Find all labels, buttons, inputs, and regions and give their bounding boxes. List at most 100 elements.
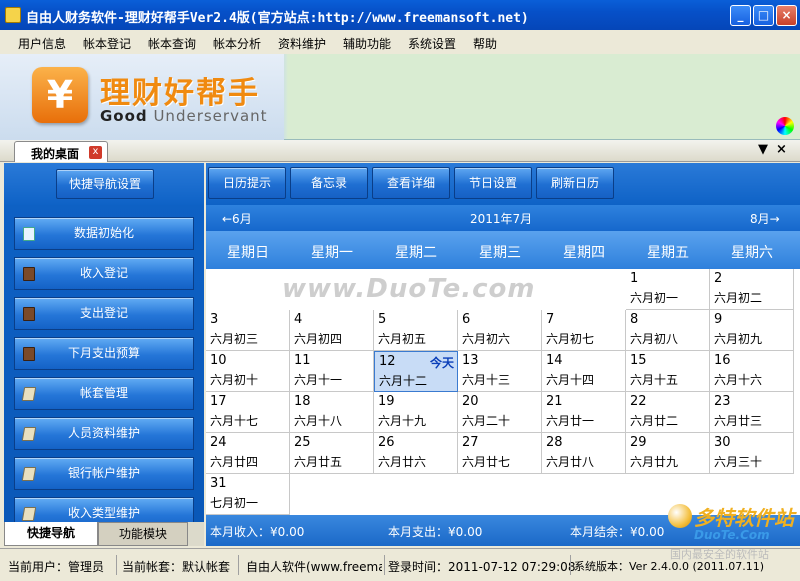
- calendar-day-cell[interactable]: 22 六月廿二: [626, 392, 710, 433]
- nav-expense-entry[interactable]: 支出登记: [14, 297, 194, 330]
- refresh-calendar-button[interactable]: 刷新日历: [536, 167, 614, 199]
- nav-label: 收入类型维护: [67, 506, 140, 520]
- calendar-day-cell[interactable]: 14 六月十四: [542, 351, 626, 392]
- quick-nav-settings-button[interactable]: 快捷导航设置: [56, 169, 154, 199]
- lunar-date: 六月初四: [294, 332, 343, 346]
- weekday-label: 星期日: [227, 245, 269, 261]
- day-number: 31: [210, 476, 227, 491]
- calendar-day-cell[interactable]: 13 六月十三: [458, 351, 542, 392]
- menu-ledger-analysis[interactable]: 帐本分析: [213, 35, 261, 52]
- tab-function-modules[interactable]: 功能模块: [98, 522, 188, 546]
- calendar-day-cell[interactable]: 25 六月廿五: [290, 433, 374, 474]
- lunar-date: 六月十八: [294, 414, 343, 428]
- watermark-text: www.DuoTe.com: [282, 274, 536, 304]
- lunar-date: 六月廿七: [462, 455, 511, 469]
- lunar-date: 六月初五: [378, 332, 427, 346]
- calendar-day-cell[interactable]: 23 六月廿三: [710, 392, 794, 433]
- memo-button[interactable]: 备忘录: [290, 167, 368, 199]
- menu-ledger-entry[interactable]: 帐本登记: [83, 35, 131, 52]
- calendar-day-cell[interactable]: 26 六月廿六: [374, 433, 458, 474]
- calendar-day-cell[interactable]: 16 六月十六: [710, 351, 794, 392]
- calendar-day-cell[interactable]: 20 六月二十: [458, 392, 542, 433]
- nav-account-set-mgmt[interactable]: 帐套管理: [14, 377, 194, 410]
- calendar-day-cell[interactable]: 18 六月十八: [290, 392, 374, 433]
- calendar-day-cell[interactable]: 5 六月初五: [374, 310, 458, 351]
- next-month-link[interactable]: 8月→: [750, 210, 780, 227]
- weekday-label: 星期六: [731, 245, 773, 261]
- banner: ¥ 理财好帮手 Good Underservant: [0, 54, 800, 140]
- calendar-day-cell[interactable]: 31 七月初一: [206, 474, 290, 515]
- calendar-day-cell[interactable]: 30 六月三十: [710, 433, 794, 474]
- weekday-label: 星期三: [479, 245, 521, 261]
- calendar-day-cell[interactable]: 6 六月初六: [458, 310, 542, 351]
- tab-my-desktop[interactable]: 我的桌面 x: [14, 141, 108, 162]
- status-current-account: 当前帐套：默认帐套: [122, 560, 231, 574]
- skin-color-icon[interactable]: [776, 117, 794, 135]
- close-all-tabs-icon[interactable]: ×: [776, 142, 787, 157]
- maximize-button[interactable]: □: [753, 5, 774, 26]
- weekday-label: 星期四: [563, 245, 605, 261]
- calendar-day-cell[interactable]: 28 六月廿八: [542, 433, 626, 474]
- calendar-reminder-button[interactable]: 日历提示: [208, 167, 286, 199]
- day-number: 7: [546, 312, 555, 327]
- status-vendor: 自由人软件(www.freemans: [246, 560, 382, 574]
- close-button[interactable]: ×: [776, 5, 797, 26]
- calendar-day-cell[interactable]: 1 六月初一: [626, 269, 710, 310]
- day-number: 1: [630, 271, 639, 286]
- calendar-day-cell[interactable]: 12 六月十二 今天: [374, 351, 458, 392]
- nav-next-month-budget[interactable]: 下月支出预算: [14, 337, 194, 370]
- tab-list-icon[interactable]: ▼: [758, 142, 768, 157]
- month-income: 本月收入：¥0.00: [210, 525, 305, 539]
- minimize-button[interactable]: _: [730, 5, 751, 26]
- holiday-settings-button[interactable]: 节日设置: [454, 167, 532, 199]
- month-navigation: ←6月 2011年7月 8月→: [206, 205, 800, 231]
- calendar-grid: 1 六月初一 2 六月初二 3 六月初三 4 六月初四 5 六月初五 6 六月初六 7 六月初七 8 六月初八…: [206, 269, 800, 515]
- calendar-day-cell[interactable]: 3 六月初三: [206, 310, 290, 351]
- lunar-date: 六月二十: [462, 414, 511, 428]
- view-detail-button[interactable]: 查看详细: [372, 167, 450, 199]
- yen-logo-icon: ¥: [32, 67, 88, 123]
- menu-system-settings[interactable]: 系统设置: [408, 35, 456, 52]
- lunar-date: 六月初二: [714, 291, 763, 305]
- calendar-day-cell[interactable]: 8 六月初八: [626, 310, 710, 351]
- menu-user-info[interactable]: 用户信息: [18, 35, 66, 52]
- folder-icon: [21, 427, 37, 441]
- status-separator: [116, 555, 117, 575]
- calendar-day-cell[interactable]: 19 六月十九: [374, 392, 458, 433]
- day-number: 13: [462, 353, 479, 368]
- lunar-date: 六月初七: [546, 332, 595, 346]
- calendar-day-cell[interactable]: 29 六月廿九: [626, 433, 710, 474]
- month-balance: 本月结余：¥0.00: [570, 525, 665, 539]
- nav-bank-account[interactable]: 银行帐户维护: [14, 457, 194, 490]
- calendar-day-cell[interactable]: 10 六月初十: [206, 351, 290, 392]
- menu-ledger-query[interactable]: 帐本查询: [148, 35, 196, 52]
- lunar-date: 六月初八: [630, 332, 679, 346]
- calendar-day-cell[interactable]: 24 六月廿四: [206, 433, 290, 474]
- tab-close-icon[interactable]: x: [89, 146, 102, 159]
- calendar-day-cell[interactable]: 17 六月十七: [206, 392, 290, 433]
- day-number: 9: [714, 312, 723, 327]
- menu-aux-functions[interactable]: 辅助功能: [343, 35, 391, 52]
- day-number: 18: [294, 394, 311, 409]
- lunar-date: 六月十三: [462, 373, 511, 387]
- weekday-header: 星期日 星期一 星期二 星期三 星期四 星期五 星期六: [206, 231, 800, 269]
- tab-quick-nav[interactable]: 快捷导航: [4, 522, 98, 546]
- calendar-day-cell[interactable]: 7 六月初七: [542, 310, 626, 351]
- nav-data-init[interactable]: 数据初始化: [14, 217, 194, 250]
- calendar-day-cell[interactable]: 21 六月廿一: [542, 392, 626, 433]
- nav-income-entry[interactable]: 收入登记: [14, 257, 194, 290]
- calendar-day-cell[interactable]: 27 六月廿七: [458, 433, 542, 474]
- menu-help[interactable]: 帮助: [473, 35, 497, 52]
- nav-income-type[interactable]: 收入类型维护: [14, 497, 194, 522]
- calendar-day-cell[interactable]: 2 六月初二: [710, 269, 794, 310]
- day-number: 3: [210, 312, 219, 327]
- calendar-day-cell[interactable]: 11 六月十一: [290, 351, 374, 392]
- day-number: 2: [714, 271, 723, 286]
- menu-data-maintenance[interactable]: 资料维护: [278, 35, 326, 52]
- prev-month-link[interactable]: ←6月: [222, 210, 252, 227]
- folder-icon: [21, 507, 37, 521]
- calendar-day-cell[interactable]: 9 六月初九: [710, 310, 794, 351]
- nav-person-data[interactable]: 人员资料维护: [14, 417, 194, 450]
- calendar-day-cell[interactable]: 4 六月初四: [290, 310, 374, 351]
- calendar-day-cell[interactable]: 15 六月十五: [626, 351, 710, 392]
